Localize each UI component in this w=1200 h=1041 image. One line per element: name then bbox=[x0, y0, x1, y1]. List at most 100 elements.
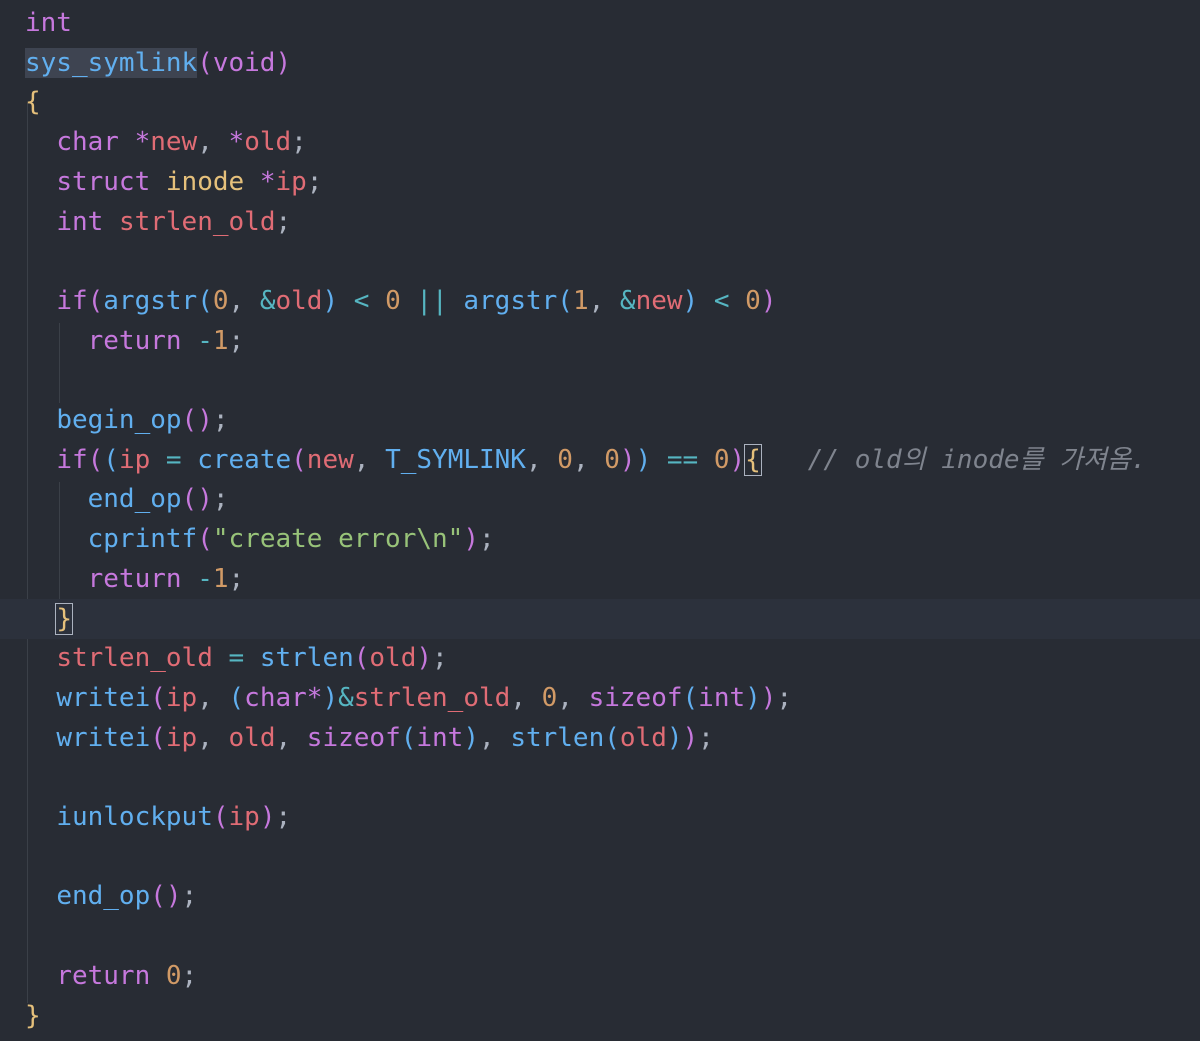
code-token: ; bbox=[275, 802, 292, 832]
matched-bracket: { bbox=[744, 443, 762, 476]
code-token: ( bbox=[682, 682, 699, 713]
code-line[interactable]: begin_op(); bbox=[0, 400, 1200, 440]
code-line-text: sys_symlink(void) bbox=[25, 43, 291, 83]
code-line-text: writei(ip, (char*)&strlen_old, 0, sizeof… bbox=[25, 678, 792, 718]
code-token: new bbox=[150, 127, 198, 158]
code-line[interactable]: return 0; bbox=[0, 956, 1200, 996]
code-token: ; bbox=[181, 881, 198, 912]
code-token: ; bbox=[291, 127, 307, 158]
code-token: == bbox=[651, 444, 714, 475]
code-token: ip bbox=[118, 444, 151, 475]
code-line[interactable]: int bbox=[0, 3, 1200, 43]
code-line[interactable]: } bbox=[0, 996, 1200, 1036]
code-line[interactable]: strlen_old = strlen(old); bbox=[0, 638, 1200, 678]
code-line[interactable]: iunlockput(ip); bbox=[0, 797, 1200, 837]
code-line[interactable]: cprintf("create error\n"); bbox=[0, 519, 1200, 559]
code-line-text: } bbox=[25, 599, 73, 639]
code-token: ) bbox=[322, 285, 339, 316]
code-line[interactable]: return -1; bbox=[0, 559, 1200, 599]
code-token: // old의 inode를 가져옴. bbox=[807, 444, 1147, 475]
code-token: 0 bbox=[557, 444, 573, 475]
code-token: ( bbox=[150, 881, 166, 912]
code-token: int bbox=[25, 8, 72, 38]
code-token: ; bbox=[212, 484, 229, 515]
code-token: 0 bbox=[604, 444, 620, 475]
code-line[interactable]: end_op(); bbox=[0, 876, 1200, 916]
code-token: strlen bbox=[259, 643, 354, 674]
code-token: "create error\n" bbox=[212, 524, 464, 555]
code-token: new bbox=[635, 285, 683, 316]
code-token: 0 bbox=[541, 682, 558, 713]
code-token: return bbox=[87, 325, 182, 356]
code-line[interactable]: struct inode *ip; bbox=[0, 162, 1200, 202]
code-token: ) bbox=[259, 802, 276, 832]
code-token: char bbox=[244, 682, 307, 713]
code-token: ) bbox=[322, 682, 339, 713]
code-editor[interactable]: int sys_symlink(void) { char *new, *old; s… bbox=[0, 0, 1200, 1041]
code-line[interactable]: sys_symlink(void) bbox=[0, 43, 1200, 83]
code-token: { bbox=[25, 87, 41, 118]
code-token: ( bbox=[197, 524, 213, 555]
code-token: = bbox=[150, 444, 198, 475]
code-token: int bbox=[416, 722, 464, 753]
code-token: new bbox=[306, 444, 354, 475]
code-line[interactable]: writei(ip, (char*)&strlen_old, 0, sizeof… bbox=[0, 678, 1200, 718]
code-token: ) bbox=[729, 444, 746, 475]
code-token: ( bbox=[212, 802, 229, 832]
code-line[interactable]: if((ip = create(new, T_SYMLINK, 0, 0)) =… bbox=[0, 440, 1200, 480]
code-line[interactable]: char *new, *old; bbox=[0, 122, 1200, 162]
code-line[interactable]: { bbox=[0, 82, 1200, 122]
code-token: , bbox=[479, 722, 511, 753]
code-token: ; bbox=[776, 682, 793, 713]
code-token: ; bbox=[228, 325, 245, 356]
code-line[interactable] bbox=[0, 241, 1200, 281]
code-token: 0 bbox=[713, 444, 730, 475]
code-line[interactable]: end_op(); bbox=[0, 479, 1200, 519]
code-line[interactable] bbox=[0, 837, 1200, 877]
code-token: ) bbox=[745, 682, 761, 713]
code-line[interactable] bbox=[0, 916, 1200, 956]
code-line[interactable] bbox=[0, 757, 1200, 797]
code-token: struct bbox=[56, 166, 151, 197]
code-token: create bbox=[197, 444, 292, 475]
code-line[interactable]: if(argstr(0, &old) < 0 || argstr(1, &new… bbox=[0, 281, 1200, 321]
code-token: , bbox=[557, 682, 589, 713]
code-token: T_SYMLINK bbox=[385, 444, 526, 475]
code-line[interactable]: int strlen_old; bbox=[0, 202, 1200, 242]
code-token: argstr bbox=[103, 285, 198, 316]
code-token: ip bbox=[228, 802, 260, 832]
code-token: old bbox=[275, 285, 323, 316]
code-token: < bbox=[698, 285, 746, 316]
code-token: ; bbox=[478, 524, 495, 555]
code-token: char bbox=[56, 127, 119, 158]
code-token: ip bbox=[275, 166, 307, 197]
code-token: ) bbox=[275, 47, 292, 78]
code-line[interactable]: } bbox=[0, 598, 1200, 639]
code-token: end_op bbox=[87, 484, 182, 515]
code-line[interactable]: writei(ip, old, sizeof(int), strlen(old)… bbox=[0, 718, 1200, 758]
code-token: void bbox=[212, 47, 276, 78]
code-token: || bbox=[400, 285, 464, 316]
code-token: , bbox=[572, 444, 605, 475]
code-line-text: int strlen_old; bbox=[25, 202, 291, 242]
code-token: ( bbox=[103, 444, 119, 475]
code-token: ; bbox=[698, 722, 714, 753]
code-line-text: return 0; bbox=[25, 956, 197, 996]
code-line-text: begin_op(); bbox=[25, 400, 228, 440]
code-token: < bbox=[338, 285, 386, 316]
code-token: int bbox=[698, 682, 746, 713]
code-token: ) bbox=[197, 484, 213, 515]
code-token: ip bbox=[165, 722, 198, 753]
code-line[interactable] bbox=[0, 360, 1200, 400]
code-line[interactable]: return -1; bbox=[0, 321, 1200, 361]
